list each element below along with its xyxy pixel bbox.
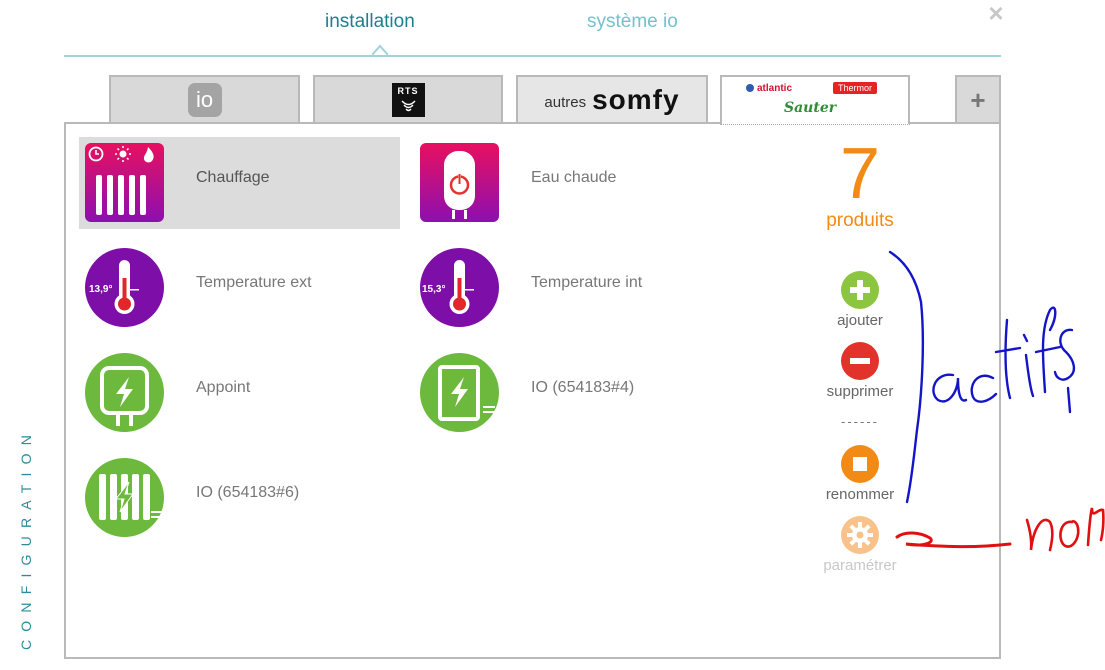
gear-icon (841, 516, 879, 554)
settings-button[interactable]: paramétrer (802, 516, 918, 574)
rename-button[interactable]: renommer (802, 445, 918, 503)
device-temperature-ext[interactable]: 13,9° Temperature ext (79, 242, 400, 334)
plus-icon (841, 271, 879, 309)
temperature-int-value: 15,3° (422, 284, 445, 295)
temperature-ext-value: 13,9° (89, 284, 112, 295)
somfy-logo: somfy (592, 84, 680, 115)
product-count-label: produits (826, 210, 894, 231)
device-label: Eau chaude (531, 169, 617, 186)
radiator-icon (85, 143, 164, 222)
rename-label: renommer (825, 486, 895, 503)
add-label: ajouter (837, 312, 883, 329)
stop-square-icon (841, 445, 879, 483)
tab-underline (64, 55, 1001, 57)
rts-logo: RTS (391, 83, 425, 117)
device-label: IO (654183#4) (531, 379, 635, 396)
device-eau-chaude[interactable]: Eau chaude (414, 137, 735, 229)
water-heater-icon (420, 143, 499, 222)
settings-label: paramétrer (823, 557, 897, 574)
tab-autres-somfy[interactable]: autres somfy (516, 75, 708, 123)
device-label: Chauffage (196, 169, 270, 186)
remove-label: supprimer (826, 383, 894, 400)
device-io-654183-6[interactable]: IO (654183#6) (79, 452, 400, 544)
device-label: Appoint (196, 379, 251, 396)
sauter-logo: Sauter (784, 100, 837, 116)
device-appoint[interactable]: Appoint (79, 347, 400, 439)
actions-separator: ------ (841, 414, 879, 429)
close-icon[interactable]: × (984, 0, 1008, 26)
lightning-icon (420, 353, 499, 432)
device-panel: Chauffage Eau chaude 13,9° Temperature e… (64, 122, 1001, 659)
device-label: IO (654183#6) (196, 484, 300, 501)
side-label-configuration: CONFIGURATION (18, 426, 34, 650)
annotation-non-text: non (0, 0, 2, 1)
lightning-radiator-icon (85, 458, 164, 537)
thermometer-icon: 15,3° (420, 248, 499, 327)
device-label: Temperature ext (196, 274, 312, 291)
rts-wave-icon (400, 100, 416, 112)
active-tab-notch-icon (372, 44, 388, 56)
top-navigation: installation système io (64, 0, 1001, 58)
add-button[interactable]: ajouter (802, 271, 918, 329)
thermor-logo: Thermor (833, 82, 878, 94)
device-chauffage[interactable]: Chauffage (79, 137, 400, 229)
tab-installation[interactable]: installation (325, 11, 415, 33)
somfy-prefix: autres (544, 93, 587, 111)
tab-atlantic-thermor-sauter[interactable]: atlantic Thermor Sauter (720, 75, 910, 125)
device-label: Temperature int (531, 274, 643, 291)
lightning-icon (85, 353, 164, 432)
io-logo: io (187, 83, 222, 117)
thermometer-icon: 13,9° (85, 248, 164, 327)
device-temperature-int[interactable]: 15,3° Temperature int (414, 242, 735, 334)
annotation-actifs-text: actifs (0, 0, 3, 1)
tab-io[interactable]: io (109, 75, 300, 123)
atlantic-logo: atlantic (746, 83, 792, 94)
add-tab-button[interactable]: + (955, 75, 1001, 123)
rts-text: RTS (397, 86, 419, 96)
tab-rts[interactable]: RTS (313, 75, 503, 123)
minus-icon (841, 342, 879, 380)
tab-systeme-io[interactable]: système io (587, 11, 678, 33)
remove-button[interactable]: supprimer (802, 342, 918, 400)
device-io-654183-4[interactable]: IO (654183#4) (414, 347, 735, 439)
product-count: 7 (839, 134, 881, 214)
